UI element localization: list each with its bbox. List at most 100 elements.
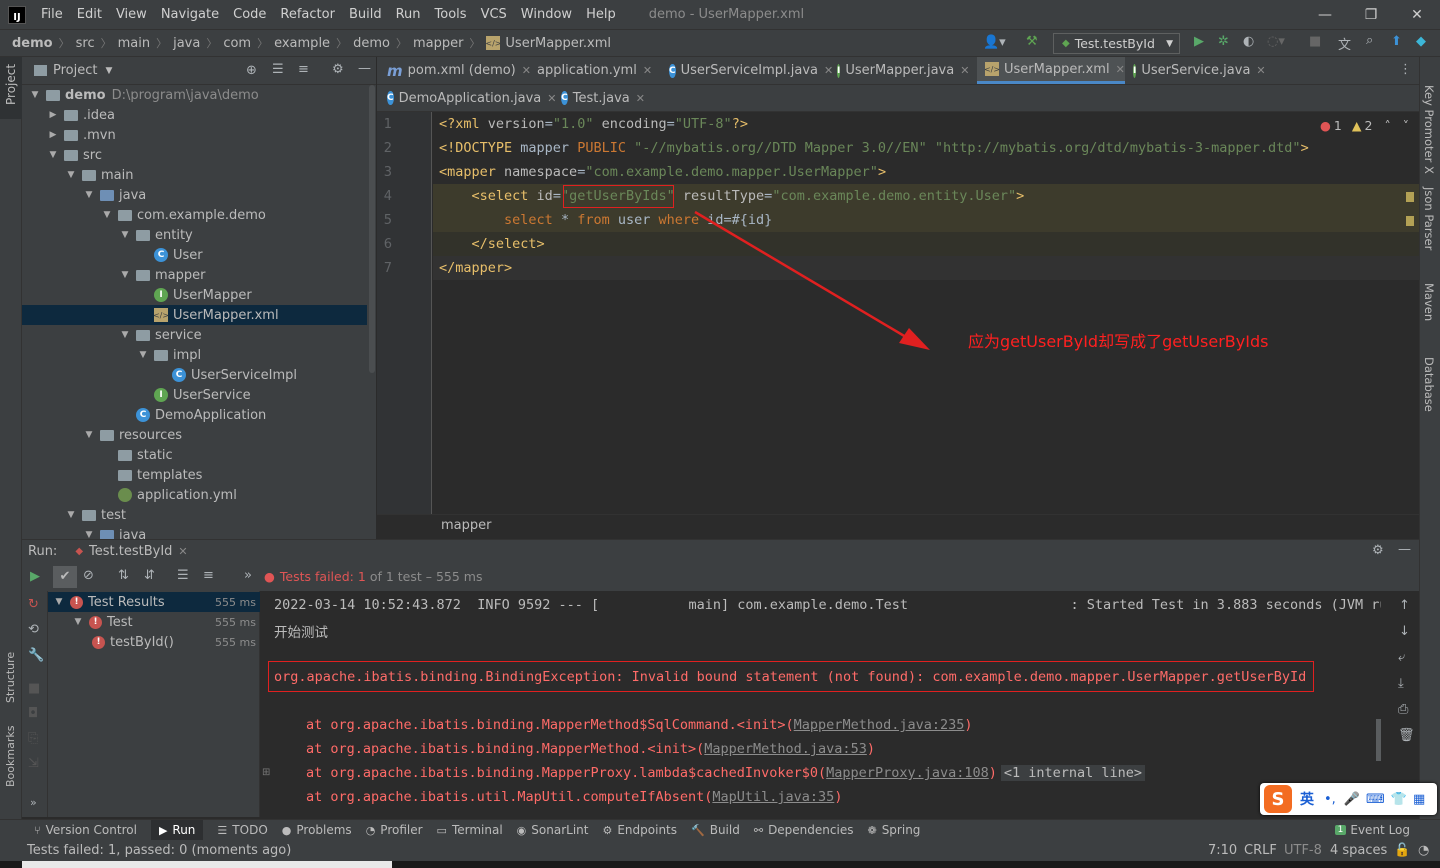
- trash-icon[interactable]: 🗑: [1398, 728, 1415, 743]
- breadcrumb-item[interactable]: src: [76, 36, 95, 51]
- tree-item[interactable]: ▶ .mvn: [22, 125, 367, 145]
- user-icon[interactable]: 👤▾: [983, 35, 1006, 50]
- breadcrumb-item[interactable]: demo: [353, 36, 390, 51]
- export-icon[interactable]: ⎘: [28, 731, 38, 746]
- source-link[interactable]: MapUtil.java:35: [712, 789, 834, 805]
- tree-item[interactable]: application.yml: [22, 485, 367, 505]
- close-icon[interactable]: ✕: [960, 64, 969, 77]
- breadcrumb-item[interactable]: java: [173, 36, 200, 51]
- tree-item[interactable]: ▼ java: [22, 185, 367, 205]
- more-icon[interactable]: »: [30, 796, 37, 809]
- coverage-icon[interactable]: ◐: [1243, 34, 1254, 49]
- tool-window-terminal[interactable]: ▭ Terminal: [437, 823, 503, 837]
- collapse-all-icon[interactable]: ≡: [203, 568, 214, 583]
- chevron-down-icon[interactable]: ▼: [73, 617, 83, 627]
- skin-icon[interactable]: 👕: [1391, 792, 1407, 807]
- line-separator[interactable]: CRLF: [1244, 843, 1277, 858]
- menu-navigate[interactable]: Navigate: [154, 7, 226, 22]
- tool-window-sonarlint[interactable]: ◉ SonarLint: [517, 823, 589, 837]
- ime-lang[interactable]: 英: [1300, 789, 1314, 809]
- file-encoding[interactable]: UTF-8: [1284, 843, 1322, 858]
- punctuation-icon[interactable]: •,: [1324, 792, 1336, 807]
- close-icon[interactable]: ✕: [643, 64, 652, 77]
- chevron-down-icon[interactable]: ▼: [120, 230, 130, 240]
- menu-edit[interactable]: Edit: [70, 7, 109, 22]
- breadcrumb-item[interactable]: UserMapper.xml: [505, 36, 611, 51]
- chevron-down-icon[interactable]: ▼: [84, 190, 94, 200]
- chevron-down-icon[interactable]: ▼: [105, 66, 112, 76]
- tree-item[interactable]: I UserService: [22, 385, 367, 405]
- caret-position[interactable]: 7:10: [1208, 843, 1237, 858]
- editor-breadcrumb[interactable]: mapper: [441, 518, 491, 533]
- indent-setting[interactable]: 4 spaces: [1330, 843, 1387, 858]
- chevron-down-icon[interactable]: ▼: [48, 150, 58, 160]
- editor-tab[interactable]: application.yml ✕: [524, 57, 656, 84]
- wrench-icon[interactable]: 🔧: [28, 648, 44, 663]
- profiler-icon[interactable]: ◌▾: [1267, 34, 1285, 49]
- close-icon[interactable]: ✕: [636, 92, 645, 105]
- camera-icon[interactable]: ◘: [28, 706, 38, 721]
- close-window-icon[interactable]: ✕: [1394, 0, 1440, 29]
- up-arrow-icon[interactable]: ↑: [1399, 598, 1410, 613]
- breadcrumb-item[interactable]: main: [118, 36, 150, 51]
- debug-icon[interactable]: ✲: [1218, 34, 1229, 49]
- tool-window-dependencies[interactable]: ⚯ Dependencies: [754, 823, 854, 837]
- source-link[interactable]: MapperMethod.java:53: [704, 741, 867, 757]
- close-icon[interactable]: ✕: [178, 545, 187, 558]
- chevron-down-icon[interactable]: ▼: [66, 510, 76, 520]
- tree-item[interactable]: ▼ mapper: [22, 265, 367, 285]
- scroll-to-end-icon[interactable]: ⤓: [1398, 676, 1404, 691]
- notifications-icon[interactable]: ◔: [1418, 843, 1429, 858]
- test-tree-item[interactable]: ▼! Test 555 ms: [48, 612, 260, 632]
- maven-tool-button[interactable]: Maven: [1422, 283, 1436, 321]
- lock-icon[interactable]: 🔓: [1394, 843, 1410, 858]
- restore-icon[interactable]: ❐: [1348, 0, 1394, 29]
- tree-item[interactable]: I UserMapper: [22, 285, 367, 305]
- tree-item[interactable]: ▶ .idea: [22, 105, 367, 125]
- test-tree-item[interactable]: ▼! Test Results 555 ms: [48, 592, 260, 612]
- more-tabs-icon[interactable]: ⋮: [1399, 62, 1412, 77]
- close-icon[interactable]: ✕: [1116, 63, 1125, 76]
- tool-window-problems[interactable]: ● Problems: [282, 823, 352, 837]
- tool-window-build[interactable]: 🔨 Build: [691, 823, 740, 837]
- tree-item[interactable]: ▼ main: [22, 165, 367, 185]
- chevron-down-icon[interactable]: ▼: [84, 430, 94, 440]
- menu-window[interactable]: Window: [514, 7, 579, 22]
- key-promoter-tool-button[interactable]: Key Promoter X: [1422, 85, 1436, 174]
- chevron-down-icon[interactable]: ▼: [138, 350, 148, 360]
- hide-panel-icon[interactable]: —: [1398, 542, 1411, 557]
- internal-lines-fold[interactable]: <1 internal line>: [1000, 765, 1146, 781]
- tool-window-run[interactable]: ▶ Run: [150, 819, 204, 841]
- menu-build[interactable]: Build: [342, 7, 389, 22]
- tool-window-profiler[interactable]: ◔ Profiler: [366, 823, 423, 837]
- source-link[interactable]: MapperProxy.java:108: [826, 765, 989, 781]
- settings-gear-icon[interactable]: ⚙: [1372, 543, 1384, 558]
- rerun-icon[interactable]: ▶: [30, 569, 40, 584]
- chevron-down-icon[interactable]: ▼: [54, 597, 64, 607]
- run-configuration-select[interactable]: ◆ Test.testById ▼: [1053, 33, 1180, 54]
- update-icon[interactable]: ⬆: [1391, 34, 1402, 49]
- tree-item[interactable]: ▼ service: [22, 325, 367, 345]
- chevron-down-icon[interactable]: ▼: [30, 90, 40, 100]
- menu-vcs[interactable]: VCS: [474, 7, 514, 22]
- chevron-down-icon[interactable]: ▼: [120, 270, 130, 280]
- menu-code[interactable]: Code: [226, 7, 273, 22]
- tree-item[interactable]: ▼ src: [22, 145, 367, 165]
- tree-item[interactable]: ▼ resources: [22, 425, 367, 445]
- menu-file[interactable]: File: [34, 7, 70, 22]
- show-passed-icon[interactable]: ✔: [53, 566, 77, 588]
- more-icon[interactable]: »: [244, 568, 252, 583]
- rerun-failed-icon[interactable]: ↻: [28, 597, 39, 612]
- json-parser-tool-button[interactable]: Json Parser: [1422, 187, 1436, 250]
- editor-tab[interactable]: I UserService.java ✕: [1125, 57, 1266, 84]
- tree-scrollbar[interactable]: [369, 85, 375, 373]
- expand-all-icon[interactable]: ☰: [177, 568, 189, 583]
- grid-icon[interactable]: ▦: [1413, 792, 1425, 807]
- database-tool-button[interactable]: Database: [1422, 357, 1436, 412]
- settings-gear-icon[interactable]: ⚙: [332, 62, 344, 77]
- tree-item[interactable]: ▼ entity: [22, 225, 367, 245]
- sort-duration-icon[interactable]: ⇵: [144, 568, 155, 583]
- tree-item[interactable]: C User: [22, 245, 367, 265]
- tree-item[interactable]: ▼ demo D:\program\java\demo: [22, 85, 367, 105]
- editor-tab[interactable]: C Test.java ✕: [553, 85, 653, 111]
